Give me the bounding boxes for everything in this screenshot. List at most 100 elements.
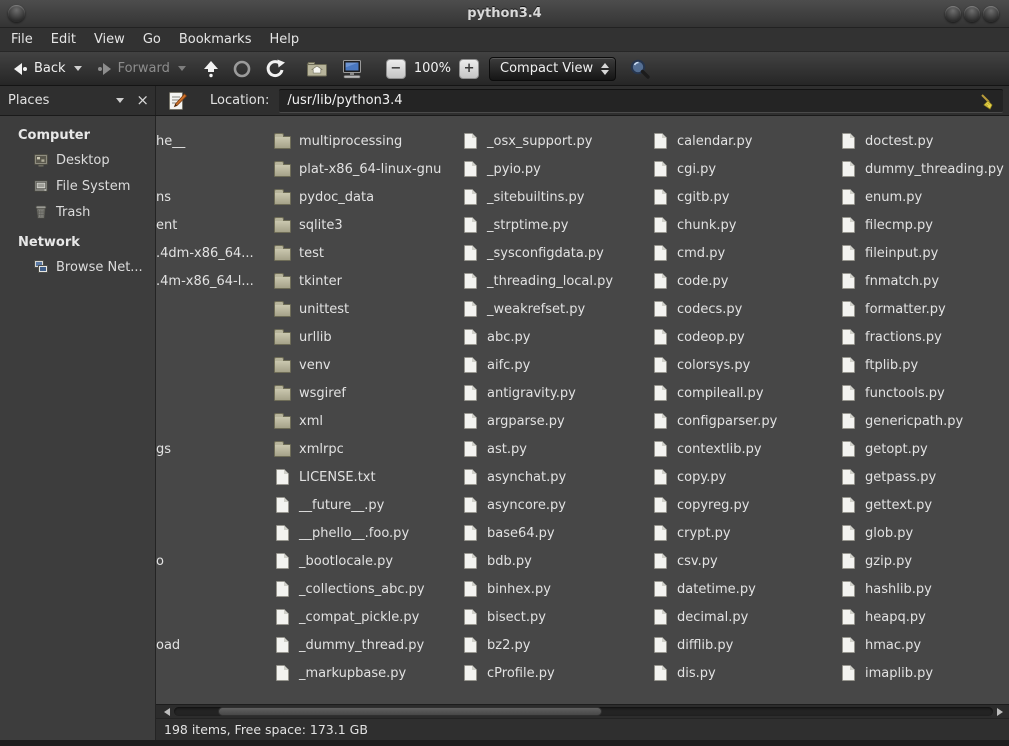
file-item[interactable]: decimal.py <box>652 603 834 631</box>
file-item[interactable]: ftplib.py <box>840 351 1009 379</box>
back-history-caret-icon[interactable] <box>74 66 82 71</box>
file-item[interactable]: cgi.py <box>652 155 834 183</box>
file-item[interactable]: gettext.py <box>840 491 1009 519</box>
file-item[interactable]: _dummy_thread.py <box>274 631 456 659</box>
file-item[interactable]: datetime.py <box>652 575 834 603</box>
file-item-clipped[interactable]: he__ <box>156 127 268 155</box>
file-item[interactable]: _sysconfigdata.py <box>462 239 646 267</box>
file-item[interactable]: functools.py <box>840 379 1009 407</box>
file-item[interactable]: xmlrpc <box>274 435 456 463</box>
file-item[interactable]: glob.py <box>840 519 1009 547</box>
file-item[interactable]: _compat_pickle.py <box>274 603 456 631</box>
file-item[interactable]: plat-x86_64-linux-gnu <box>274 155 456 183</box>
file-item[interactable]: base64.py <box>462 519 646 547</box>
file-item[interactable]: calendar.py <box>652 127 834 155</box>
file-item[interactable]: fileinput.py <box>840 239 1009 267</box>
file-item[interactable]: bdb.py <box>462 547 646 575</box>
sidebar-item-browse-network[interactable]: Browse Net... <box>0 254 155 280</box>
file-item[interactable]: __phello__.foo.py <box>274 519 456 547</box>
file-item-clipped[interactable]: o <box>156 547 268 575</box>
file-item-clipped[interactable]: ent <box>156 211 268 239</box>
zoom-in-button[interactable] <box>459 59 479 79</box>
file-item[interactable]: venv <box>274 351 456 379</box>
file-item[interactable]: filecmp.py <box>840 211 1009 239</box>
file-item[interactable]: formatter.py <box>840 295 1009 323</box>
file-item[interactable]: _threading_local.py <box>462 267 646 295</box>
file-item[interactable]: ast.py <box>462 435 646 463</box>
forward-button[interactable]: Forward <box>92 58 190 80</box>
desktop-button[interactable] <box>336 56 368 82</box>
menu-bookmarks[interactable]: Bookmarks <box>170 28 261 52</box>
file-item[interactable]: codecs.py <box>652 295 834 323</box>
up-button[interactable] <box>198 57 224 81</box>
view-mode-select[interactable]: Compact View <box>489 57 616 81</box>
file-item[interactable]: _weakrefset.py <box>462 295 646 323</box>
file-item[interactable]: argparse.py <box>462 407 646 435</box>
file-item[interactable]: antigravity.py <box>462 379 646 407</box>
file-item[interactable]: _collections_abc.py <box>274 575 456 603</box>
file-item[interactable]: cgitb.py <box>652 183 834 211</box>
file-item[interactable]: binhex.py <box>462 575 646 603</box>
stop-button[interactable] <box>228 56 256 82</box>
file-item[interactable]: configparser.py <box>652 407 834 435</box>
file-item[interactable]: multiprocessing <box>274 127 456 155</box>
file-item[interactable]: _bootlocale.py <box>274 547 456 575</box>
back-button[interactable]: Back <box>8 58 86 80</box>
file-item-clipped[interactable]: .4m-x86_64-l... <box>156 267 268 295</box>
file-item-clipped[interactable]: oad <box>156 631 268 659</box>
minimize-button[interactable] <box>945 6 961 22</box>
file-item[interactable]: sqlite3 <box>274 211 456 239</box>
forward-history-caret-icon[interactable] <box>178 66 186 71</box>
file-item[interactable]: asyncore.py <box>462 491 646 519</box>
maximize-button[interactable] <box>964 6 980 22</box>
scrollbar-track[interactable] <box>174 707 993 716</box>
file-item[interactable]: aifc.py <box>462 351 646 379</box>
file-item[interactable]: codeop.py <box>652 323 834 351</box>
file-item[interactable]: cProfile.py <box>462 659 646 687</box>
file-item[interactable]: tkinter <box>274 267 456 295</box>
file-item[interactable]: fnmatch.py <box>840 267 1009 295</box>
search-button[interactable] <box>624 54 656 84</box>
home-button[interactable] <box>302 57 332 81</box>
file-item[interactable]: pydoc_data <box>274 183 456 211</box>
location-input[interactable] <box>287 93 979 108</box>
file-item[interactable]: copy.py <box>652 463 834 491</box>
file-item[interactable]: LICENSE.txt <box>274 463 456 491</box>
file-item-clipped[interactable]: ns <box>156 183 268 211</box>
menu-help[interactable]: Help <box>260 28 308 52</box>
places-close-icon[interactable]: × <box>136 93 149 108</box>
horizontal-scrollbar[interactable] <box>156 704 1009 718</box>
scroll-right-icon[interactable] <box>997 708 1003 716</box>
file-item[interactable]: doctest.py <box>840 127 1009 155</box>
file-item[interactable]: hashlib.py <box>840 575 1009 603</box>
file-item[interactable]: difflib.py <box>652 631 834 659</box>
close-button[interactable] <box>983 6 999 22</box>
file-item[interactable]: copyreg.py <box>652 491 834 519</box>
file-item[interactable]: gzip.py <box>840 547 1009 575</box>
menu-go[interactable]: Go <box>134 28 170 52</box>
location-entry[interactable] <box>279 89 1003 113</box>
menu-file[interactable]: File <box>2 28 42 52</box>
sidebar-item-desktop[interactable]: Desktop <box>0 147 155 173</box>
file-item[interactable]: getpass.py <box>840 463 1009 491</box>
file-item[interactable]: enum.py <box>840 183 1009 211</box>
file-item[interactable]: _markupbase.py <box>274 659 456 687</box>
file-item[interactable]: genericpath.py <box>840 407 1009 435</box>
file-item[interactable]: csv.py <box>652 547 834 575</box>
menu-view[interactable]: View <box>85 28 134 52</box>
file-item[interactable]: colorsys.py <box>652 351 834 379</box>
file-item[interactable]: dis.py <box>652 659 834 687</box>
file-item[interactable]: __future__.py <box>274 491 456 519</box>
file-item[interactable]: compileall.py <box>652 379 834 407</box>
file-item[interactable]: chunk.py <box>652 211 834 239</box>
edit-location-button[interactable] <box>162 87 192 115</box>
file-item[interactable]: urllib <box>274 323 456 351</box>
file-item[interactable]: wsgiref <box>274 379 456 407</box>
file-item[interactable]: contextlib.py <box>652 435 834 463</box>
file-item[interactable]: asynchat.py <box>462 463 646 491</box>
places-caret-icon[interactable] <box>116 98 124 103</box>
menu-edit[interactable]: Edit <box>42 28 85 52</box>
file-item[interactable]: _pyio.py <box>462 155 646 183</box>
scroll-left-icon[interactable] <box>164 708 170 716</box>
file-item[interactable]: cmd.py <box>652 239 834 267</box>
